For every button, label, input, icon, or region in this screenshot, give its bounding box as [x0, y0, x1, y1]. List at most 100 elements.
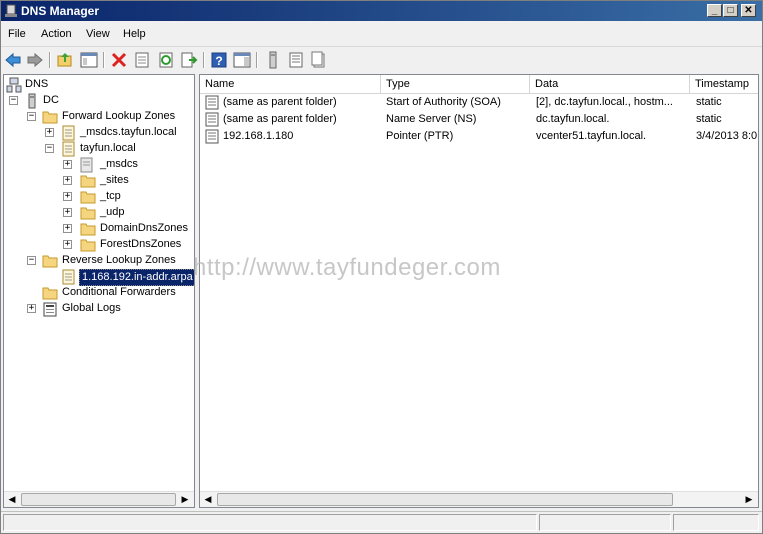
status-cell-3 [673, 514, 759, 531]
server-icon [28, 93, 36, 109]
list-horizontal-scrollbar[interactable]: ◀ ▶ [200, 491, 758, 507]
cell-name: (same as parent folder) [223, 113, 337, 125]
show-hide-console-tree-icon[interactable] [80, 51, 98, 69]
dns-app-icon [5, 4, 17, 17]
scroll-right-icon[interactable]: ▶ [177, 492, 193, 507]
expand-icon[interactable]: + [63, 176, 72, 185]
tree-horizontal-scrollbar[interactable]: ◀ ▶ [4, 491, 194, 507]
collapse-icon[interactable]: − [9, 96, 18, 105]
folder-icon [42, 255, 58, 268]
title-bar[interactable]: DNS Manager _ □ ✕ [1, 1, 762, 21]
toolbar-separator [49, 52, 51, 68]
cell-name: (same as parent folder) [223, 96, 337, 108]
event-log-icon [43, 302, 57, 317]
column-header-data[interactable]: Data [530, 75, 690, 93]
tree-label: _tcp [100, 190, 121, 202]
table-row[interactable]: 192.168.1.180 Pointer (PTR) vcenter51.ta… [200, 128, 758, 145]
folder-icon [80, 207, 96, 220]
delete-icon[interactable] [110, 51, 128, 69]
tree-label: Forward Lookup Zones [62, 110, 176, 122]
toolbar-separator [203, 52, 205, 68]
column-header-timestamp[interactable]: Timestamp [690, 75, 758, 93]
toolbar-separator [103, 52, 105, 68]
cell-name: 192.168.1.180 [223, 130, 294, 142]
tree-label: DomainDnsZones [100, 222, 189, 234]
record-icon[interactable] [287, 51, 305, 69]
toolbar: ? [1, 46, 762, 73]
column-header-type[interactable]: Type [381, 75, 530, 93]
tree-label: tayfun.local [80, 142, 136, 154]
record-icon [205, 129, 219, 144]
expand-icon[interactable]: + [45, 128, 54, 137]
expand-icon[interactable]: + [63, 224, 72, 233]
zone-icon [62, 125, 75, 141]
scroll-left-icon[interactable]: ◀ [200, 492, 216, 507]
cell-type: Start of Authority (SOA) [386, 96, 501, 108]
close-button[interactable]: ✕ [741, 4, 756, 17]
back-arrow-icon[interactable] [4, 51, 22, 69]
folder-icon [42, 287, 58, 300]
folder-icon [80, 239, 96, 252]
expand-icon[interactable]: + [63, 240, 72, 249]
refresh-icon[interactable] [157, 51, 175, 69]
export-list-icon[interactable] [180, 51, 198, 69]
action-pane-icon[interactable] [233, 51, 251, 69]
server-icon[interactable] [264, 51, 282, 69]
dns-root-icon [6, 77, 22, 93]
tree-label: Conditional Forwarders [62, 286, 176, 298]
collapse-icon[interactable]: − [27, 112, 36, 121]
tree-label: _udp [100, 206, 125, 218]
minimize-button[interactable]: _ [707, 4, 722, 17]
svg-text:?: ? [215, 54, 222, 68]
record-icon [205, 95, 219, 110]
tree-label: Global Logs [62, 302, 121, 314]
folder-icon [80, 223, 96, 236]
expand-icon[interactable]: + [63, 160, 72, 169]
scroll-right-icon[interactable]: ▶ [741, 492, 757, 507]
zone-icon[interactable] [310, 51, 328, 69]
folder-icon [80, 175, 96, 188]
collapse-icon[interactable]: − [45, 144, 54, 153]
tree-label: _sites [100, 174, 129, 186]
scroll-thumb[interactable] [21, 493, 176, 506]
tree-label-selected: 1.168.192.in-addr.arpa [79, 269, 194, 286]
cell-timestamp: static [696, 113, 722, 125]
tree-label: Reverse Lookup Zones [62, 254, 176, 266]
folder-icon [80, 191, 96, 204]
expand-icon[interactable]: + [63, 208, 72, 217]
scroll-thumb[interactable] [217, 493, 673, 506]
zone-icon [62, 141, 75, 157]
tree-label: _msdcs.tayfun.local [80, 126, 177, 138]
records-list[interactable]: Name Type Data Timestamp (same as parent… [199, 74, 759, 508]
expand-icon[interactable]: + [27, 304, 36, 313]
up-folder-icon[interactable] [56, 51, 74, 69]
help-icon[interactable]: ? [210, 51, 228, 69]
cell-data: [2], dc.tayfun.local., hostm... [536, 96, 673, 108]
scroll-left-icon[interactable]: ◀ [4, 492, 20, 507]
table-row[interactable]: (same as parent folder) Start of Authori… [200, 94, 758, 111]
menu-help[interactable]: Help [123, 28, 146, 40]
menu-file[interactable]: File [8, 28, 26, 40]
collapse-icon[interactable]: − [27, 256, 36, 265]
window-title: DNS Manager [21, 4, 100, 18]
delegated-folder-icon [80, 157, 93, 173]
watermark-text: http://www.tayfundeger.com [193, 254, 501, 281]
properties-icon[interactable] [133, 51, 151, 69]
column-header-name[interactable]: Name [200, 75, 381, 93]
forward-arrow-icon[interactable] [26, 51, 44, 69]
menu-view[interactable]: View [86, 28, 110, 40]
table-row[interactable]: (same as parent folder) Name Server (NS)… [200, 111, 758, 128]
status-cell-2 [539, 514, 671, 531]
maximize-button[interactable]: □ [723, 4, 738, 17]
status-bar [1, 511, 762, 534]
dns-manager-window: DNS Manager _ □ ✕ File Action View Help [0, 0, 763, 534]
cell-timestamp: 3/4/2013 8:0 [696, 130, 758, 142]
tree-label: ForestDnsZones [100, 238, 182, 250]
status-cell-main [3, 514, 537, 531]
console-tree[interactable]: DNS − DC − Forward Lookup Zones + _msdcs… [3, 74, 195, 508]
cell-type: Pointer (PTR) [386, 130, 454, 142]
tree-label: DNS [25, 78, 49, 90]
tree-label: DC [43, 94, 59, 106]
menu-action[interactable]: Action [41, 28, 72, 40]
expand-icon[interactable]: + [63, 192, 72, 201]
